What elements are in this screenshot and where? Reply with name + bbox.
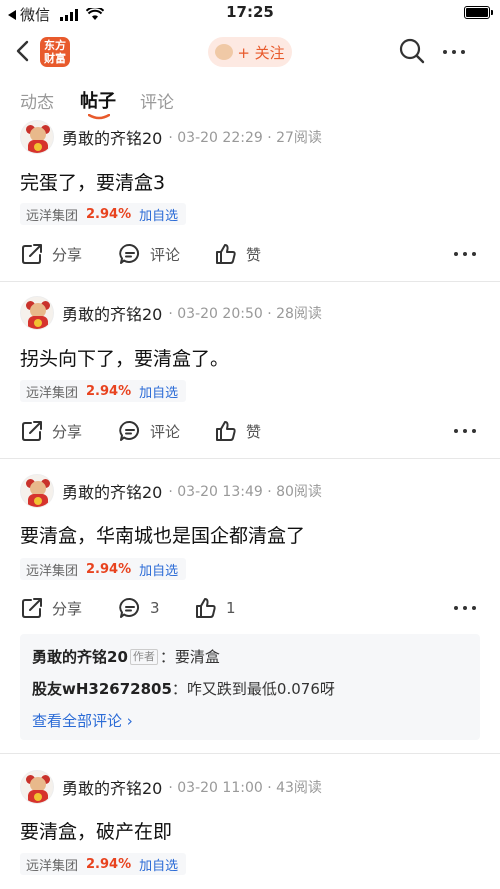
stock-change: 2.94% xyxy=(86,856,132,872)
author-name[interactable]: 勇敢的齐铭20 xyxy=(62,301,162,325)
thumbs-up-icon xyxy=(216,244,236,264)
comment-item[interactable]: 股友wH32672805：咋又跌到最低0.076呀 xyxy=(32,678,335,699)
divider xyxy=(0,281,500,282)
status-bar: 微信 17:25 xyxy=(0,0,500,26)
thumbs-up-icon xyxy=(196,598,216,618)
post-card[interactable]: 勇敢的齐铭20 · 03-20 11:00 · 43阅读 要清盒，破产在即 远洋… xyxy=(0,770,500,889)
search-icon[interactable] xyxy=(398,37,426,65)
stock-tag[interactable]: 远洋集团 2.94% 加自选 xyxy=(20,380,187,402)
stock-tag[interactable]: 远洋集团 2.94% 加自选 xyxy=(20,853,187,875)
back-icon[interactable] xyxy=(14,40,32,62)
share-button[interactable]: 分享 xyxy=(20,242,82,266)
comment-button[interactable]: 评论 xyxy=(118,242,180,266)
post-content[interactable]: 拐头向下了，要清盒了。 xyxy=(20,344,229,371)
thumbs-up-icon xyxy=(216,421,236,441)
add-watchlist-button[interactable]: 加自选 xyxy=(139,382,178,401)
follow-label: + 关注 xyxy=(237,43,285,62)
post-more-icon[interactable] xyxy=(454,429,476,433)
author-name[interactable]: 勇敢的齐铭20 xyxy=(62,479,162,503)
stock-change: 2.94% xyxy=(86,561,132,577)
share-button[interactable]: 分享 xyxy=(20,419,82,443)
post-meta: · 03-20 13:49 · 80阅读 xyxy=(168,484,322,500)
stock-tag[interactable]: 远洋集团 2.94% 加自选 xyxy=(20,203,187,225)
share-icon xyxy=(22,244,42,264)
post-meta: · 03-20 22:29 · 27阅读 xyxy=(168,130,322,146)
view-all-comments-link[interactable]: 查看全部评论 › xyxy=(32,710,133,731)
app-logo[interactable]: 东方 财富 xyxy=(40,37,70,67)
post-actions: 分享 评论 赞 xyxy=(20,242,480,268)
post-more-icon[interactable] xyxy=(454,252,476,256)
more-options-icon[interactable] xyxy=(443,50,465,54)
comment-user[interactable]: 股友wH32672805 xyxy=(32,680,172,698)
comment-preview[interactable]: 勇敢的齐铭20 作者 ：要清盒 股友wH32672805：咋又跌到最低0.076呀 … xyxy=(20,634,480,740)
post-meta: · 03-20 11:00 · 43阅读 xyxy=(168,780,322,796)
comment-icon xyxy=(119,597,139,618)
battery-icon xyxy=(464,6,493,19)
tab-comments[interactable]: 评论 xyxy=(140,88,174,113)
share-icon xyxy=(22,598,42,618)
post-card[interactable]: 勇敢的齐铭20 · 03-20 13:49 · 80阅读 要清盒，华南城也是国企… xyxy=(0,474,500,746)
stock-change: 2.94% xyxy=(86,383,132,399)
divider xyxy=(0,753,500,754)
divider xyxy=(0,458,500,459)
comment-text: ：要清盒 xyxy=(159,648,220,666)
author-name[interactable]: 勇敢的齐铭20 xyxy=(62,775,162,799)
comment-user[interactable]: 勇敢的齐铭20 xyxy=(32,648,128,666)
stock-name[interactable]: 远洋集团 xyxy=(26,205,78,224)
avatar[interactable] xyxy=(20,474,54,508)
post-meta: · 03-20 20:50 · 28阅读 xyxy=(168,306,322,322)
clock: 17:25 xyxy=(226,3,274,21)
avatar[interactable] xyxy=(20,296,54,330)
tab-bar: 动态 帖子 评论 xyxy=(0,87,500,120)
stock-name[interactable]: 远洋集团 xyxy=(26,560,78,579)
share-button[interactable]: 分享 xyxy=(20,596,82,620)
post-author[interactable]: 勇敢的齐铭20 · 03-20 13:49 · 80阅读 xyxy=(20,474,322,508)
add-watchlist-button[interactable]: 加自选 xyxy=(139,560,178,579)
share-icon xyxy=(22,421,42,441)
comment-button[interactable]: 3 xyxy=(118,596,160,620)
comment-icon xyxy=(119,243,139,264)
tab-activity[interactable]: 动态 xyxy=(20,88,54,113)
post-card[interactable]: 勇敢的齐铭20 · 03-20 20:50 · 28阅读 拐头向下了，要清盒了。… xyxy=(0,296,500,458)
post-actions: 分享 3 1 xyxy=(20,596,480,622)
user-avatar-icon xyxy=(215,44,234,60)
comment-button[interactable]: 评论 xyxy=(118,419,180,443)
post-author[interactable]: 勇敢的齐铭20 · 03-20 11:00 · 43阅读 xyxy=(20,770,322,804)
add-watchlist-button[interactable]: 加自选 xyxy=(139,205,178,224)
comment-text: ：咋又跌到最低0.076呀 xyxy=(171,680,335,698)
comment-icon xyxy=(119,420,139,441)
post-author[interactable]: 勇敢的齐铭20 · 03-20 20:50 · 28阅读 xyxy=(20,296,322,330)
post-content[interactable]: 要清盒，破产在即 xyxy=(20,817,172,844)
stock-name[interactable]: 远洋集团 xyxy=(26,855,78,874)
post-content[interactable]: 要清盒，华南城也是国企都清盒了 xyxy=(20,521,305,548)
like-button[interactable]: 1 xyxy=(194,596,236,620)
author-tag: 作者 xyxy=(129,649,158,665)
stock-tag[interactable]: 远洋集团 2.94% 加自选 xyxy=(20,558,187,580)
post-author[interactable]: 勇敢的齐铭20 · 03-20 22:29 · 27阅读 xyxy=(20,120,322,154)
stock-change: 2.94% xyxy=(86,206,132,222)
like-button[interactable]: 赞 xyxy=(214,242,261,266)
avatar[interactable] xyxy=(20,120,54,154)
nav-bar: 东方 财富 + 关注 xyxy=(0,30,500,74)
post-content[interactable]: 完蛋了，要清盒3 xyxy=(20,168,165,195)
avatar[interactable] xyxy=(20,770,54,804)
tab-active-indicator xyxy=(88,114,110,120)
post-actions: 分享 评论 赞 xyxy=(20,419,480,445)
post-card[interactable]: 勇敢的齐铭20 · 03-20 22:29 · 27阅读 完蛋了，要清盒3 远洋… xyxy=(0,120,500,282)
like-button[interactable]: 赞 xyxy=(214,419,261,443)
follow-button[interactable]: + 关注 xyxy=(208,37,292,67)
post-more-icon[interactable] xyxy=(454,606,476,610)
tab-posts[interactable]: 帖子 xyxy=(80,87,116,113)
stock-name[interactable]: 远洋集团 xyxy=(26,382,78,401)
add-watchlist-button[interactable]: 加自选 xyxy=(139,855,178,874)
author-name[interactable]: 勇敢的齐铭20 xyxy=(62,125,162,149)
comment-item[interactable]: 勇敢的齐铭20 作者 ：要清盒 xyxy=(32,646,220,667)
comment-count: 3 xyxy=(150,599,160,617)
like-count: 1 xyxy=(226,599,236,617)
